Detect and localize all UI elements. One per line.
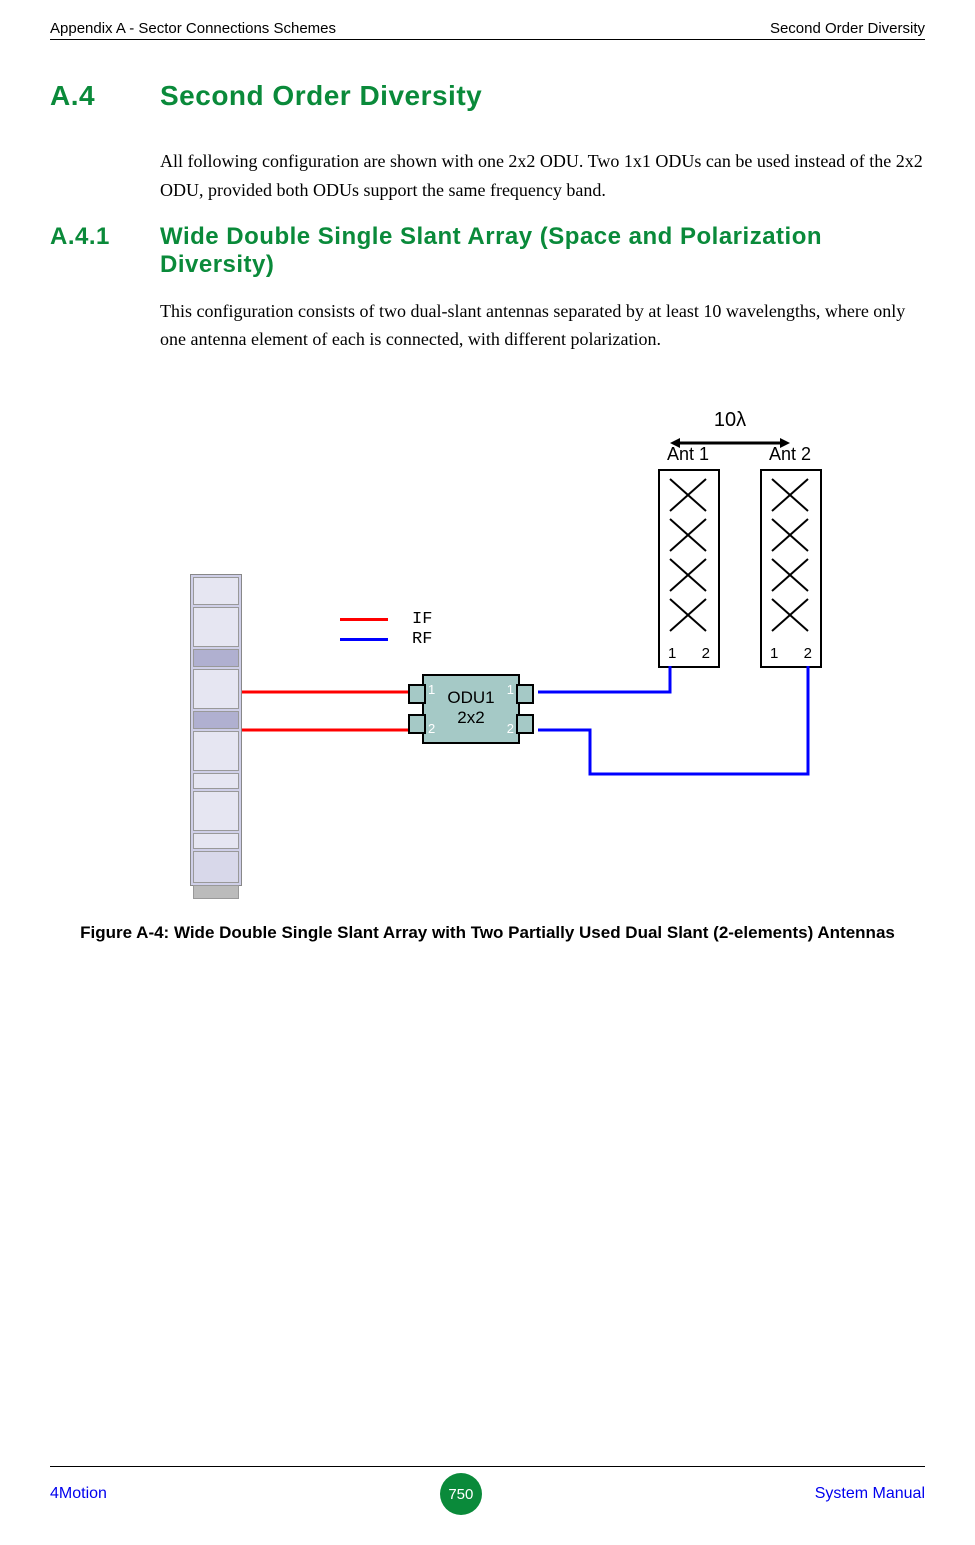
subsection-heading: A.4.1 Wide Double Single Slant Array (Sp…: [50, 223, 925, 279]
header-left: Appendix A - Sector Connections Schemes: [50, 20, 336, 37]
figure-diagram: 10λ Ant 1 Ant 2 1 2 1 2 IF RF: [160, 414, 860, 894]
au-card: [190, 574, 242, 886]
section-heading: A.4 Second Order Diversity: [50, 80, 925, 112]
footer-left: 4Motion: [50, 1485, 107, 1503]
page-footer: 4Motion 750 System Manual: [50, 1466, 925, 1515]
section-title-text: Second Order Diversity: [160, 80, 482, 112]
page-header: Appendix A - Sector Connections Schemes …: [50, 20, 925, 40]
footer-right: System Manual: [815, 1485, 925, 1503]
subsection-title-text: Wide Double Single Slant Array (Space an…: [160, 223, 925, 279]
subsection-number: A.4.1: [50, 223, 160, 279]
wiring-icon: [160, 414, 860, 894]
figure-caption: Figure A-4: Wide Double Single Slant Arr…: [60, 919, 915, 948]
subsection-body: This configuration consists of two dual-…: [160, 297, 925, 355]
header-right: Second Order Diversity: [770, 20, 925, 37]
section-number: A.4: [50, 80, 160, 112]
section-intro: All following configuration are shown wi…: [160, 147, 925, 205]
page-number-badge: 750: [440, 1473, 482, 1515]
